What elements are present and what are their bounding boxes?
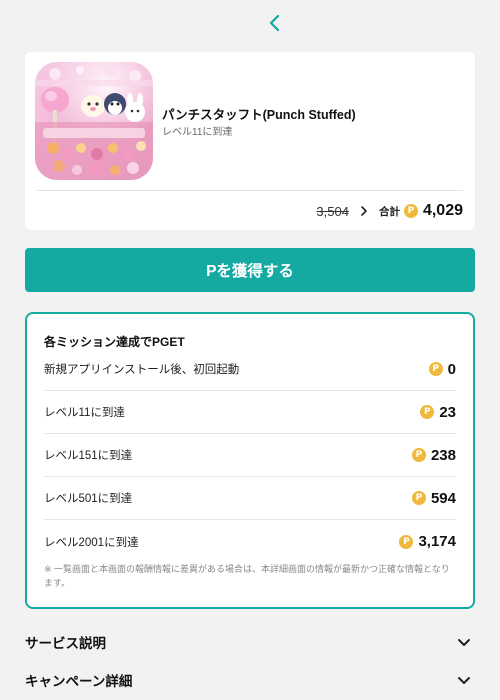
app-thumbnail xyxy=(35,62,153,180)
point-coin-icon: P xyxy=(403,204,418,218)
mission-points: 0 xyxy=(447,360,456,378)
mission-points: 594 xyxy=(430,489,456,507)
disclaimer-note: ※ 一覧画面と本画面の報酬情報に差異がある場合は、本詳細画面の情報が最新かつ正確… xyxy=(44,564,450,588)
missions-panel: 各ミッション達成でPGET 新規アプリインストール後、初回起動 P 0 レベル1… xyxy=(25,312,475,609)
price-row: 3,504 合計 P 4,029 xyxy=(316,200,463,222)
mission-row: レベル151に到達 P 238 xyxy=(44,434,456,477)
app-subtitle: レベル11に到達 xyxy=(162,127,233,138)
mission-reward: P 0 xyxy=(428,360,456,378)
divider xyxy=(37,190,463,191)
original-price: 3,504 xyxy=(316,203,349,219)
mission-reward: P 238 xyxy=(411,446,456,464)
mission-points: 23 xyxy=(439,403,456,421)
mission-row: 新規アプリインストール後、初回起動 P 0 xyxy=(44,348,456,391)
app-card: パンチスタッフト(Punch Stuffed) レベル11に到達 3,504 合… xyxy=(25,52,475,230)
chevron-down-icon xyxy=(458,677,470,684)
chevron-right-icon xyxy=(361,206,367,216)
get-points-button[interactable]: Pを獲得する xyxy=(25,248,475,292)
point-coin-icon: P xyxy=(428,362,443,376)
mission-reward: P 23 xyxy=(420,404,456,421)
point-coin-icon: P xyxy=(420,405,435,419)
chevron-left-icon xyxy=(269,14,280,32)
mission-label: レベル501に到達 xyxy=(44,493,133,505)
point-coin-icon: P xyxy=(399,534,414,549)
point-coin-icon: P xyxy=(411,448,426,462)
total-points: 4,029 xyxy=(422,202,463,219)
mission-label: レベル2001に到達 xyxy=(44,536,139,549)
mission-label: 新規アプリインストール後、初回起動 xyxy=(44,364,240,376)
mission-points: 3,174 xyxy=(418,533,456,550)
accordion-campaign-details[interactable]: キャンペーン詳細 xyxy=(25,668,475,692)
mission-row: レベル2001に到達 P 3,174 xyxy=(44,520,456,563)
mission-row: レベル11に到達 P 23 xyxy=(44,391,456,434)
point-coin-icon: P xyxy=(411,491,426,505)
back-button[interactable] xyxy=(262,10,288,36)
mission-reward: P 594 xyxy=(411,489,456,507)
chevron-down-icon xyxy=(458,639,470,646)
total-label: 合計 xyxy=(378,205,400,218)
mission-points: 238 xyxy=(430,446,456,464)
accordion-label: キャンペーン詳細 xyxy=(25,674,133,689)
accordion-service-description[interactable]: サービス説明 xyxy=(25,630,475,654)
mission-reward: P 3,174 xyxy=(399,533,456,550)
accordion-label: サービス説明 xyxy=(25,636,106,651)
mission-label: レベル151に到達 xyxy=(44,450,133,462)
mission-label: レベル11に到達 xyxy=(44,407,125,419)
app-title: パンチスタッフト(Punch Stuffed) xyxy=(162,108,356,122)
mission-row: レベル501に到達 P 594 xyxy=(44,477,456,520)
